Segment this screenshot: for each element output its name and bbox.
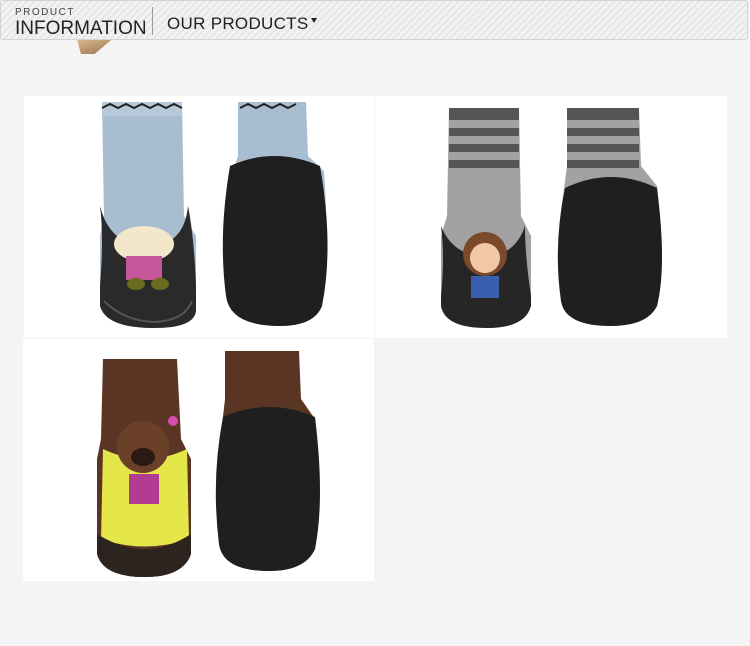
header-divider	[152, 7, 153, 35]
ribbon-decoration	[71, 40, 112, 54]
brand-small-text: PRODUCT	[15, 7, 75, 18]
brand-big-text: INFORMATION	[15, 18, 147, 39]
header-bar: PRODUCT INFORMATION OUR PRODUCTS	[0, 0, 748, 40]
caret-down-icon[interactable]	[311, 18, 317, 23]
product-photo-blue	[24, 96, 374, 338]
product-photo-grey	[375, 96, 727, 338]
our-products-menu[interactable]: OUR PRODUCTS	[167, 14, 309, 34]
product-information-title: PRODUCT INFORMATION	[15, 8, 147, 39]
product-photo-brown	[23, 339, 374, 581]
